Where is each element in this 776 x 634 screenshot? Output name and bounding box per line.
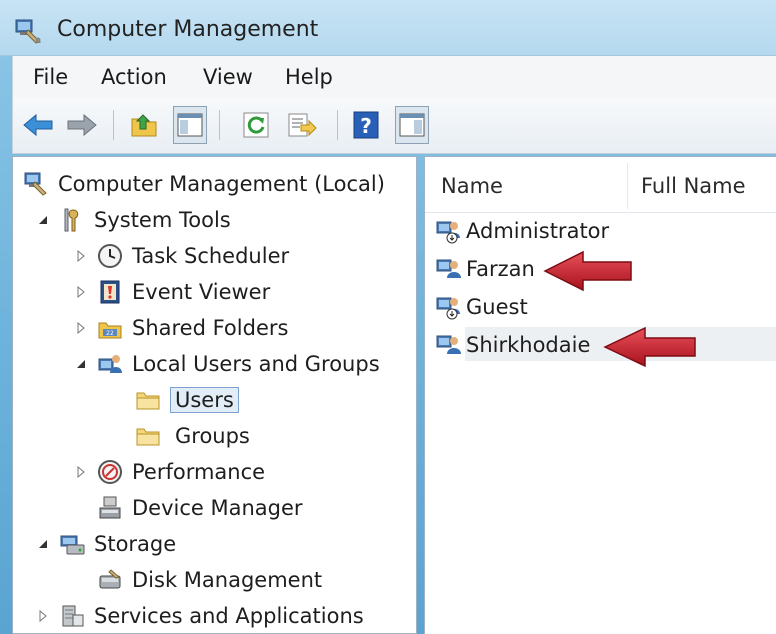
tree-item-task-scheduler[interactable]: Task Scheduler <box>97 239 289 273</box>
tree-item-label: Local Users and Groups <box>132 352 380 376</box>
disabled-user-icon <box>436 221 460 244</box>
console-tree: Computer Management (Local) System Tools… <box>12 156 417 634</box>
tree-item-label: Task Scheduler <box>132 244 290 268</box>
computer-management-icon <box>24 172 47 196</box>
disk-management-icon <box>99 569 121 589</box>
tree-item-groups[interactable]: Groups <box>135 419 250 453</box>
up-folder-icon <box>131 114 157 137</box>
list-item-administrator[interactable]: Administrator <box>435 213 609 249</box>
menu-view[interactable]: View <box>203 65 253 89</box>
device-manager-icon <box>99 496 121 519</box>
tree-item-label: System Tools <box>94 208 231 232</box>
event-viewer-icon <box>100 280 120 304</box>
tree-item-disk-management[interactable]: Disk Management <box>97 563 322 597</box>
services-icon <box>62 605 84 627</box>
tree-item-label: Groups <box>175 424 250 448</box>
list-item-guest[interactable]: Guest <box>435 289 528 325</box>
forward-icon <box>67 113 97 137</box>
tools-icon <box>64 208 79 232</box>
menu-bar: File Action View Help <box>12 56 776 98</box>
expand-arrow-icon[interactable] <box>75 322 87 334</box>
tree-item-users[interactable]: Users <box>135 383 239 417</box>
export-list-icon <box>288 113 317 137</box>
show-hide-action-pane-button[interactable] <box>395 106 429 144</box>
back-icon <box>23 113 53 137</box>
user-icon <box>436 335 461 354</box>
tree-item-services-and-applications[interactable]: Services and Applications <box>59 599 364 633</box>
column-header-full-name[interactable]: Full Name <box>641 174 746 198</box>
back-button[interactable] <box>21 106 55 144</box>
tree-item-storage[interactable]: Storage <box>59 527 176 561</box>
tree-item-system-tools[interactable]: System Tools <box>59 203 231 237</box>
user-name: Farzan <box>466 257 535 281</box>
up-folder-button[interactable] <box>127 106 161 144</box>
show-hide-tree-button[interactable] <box>173 106 207 144</box>
toolbar-separator <box>219 110 220 140</box>
show-hide-tree-icon <box>177 113 203 137</box>
list-item-farzan[interactable]: Farzan <box>435 251 535 287</box>
collapse-arrow-icon[interactable] <box>37 214 49 226</box>
expand-arrow-icon[interactable] <box>75 250 87 262</box>
computer-management-icon <box>15 19 41 44</box>
user-name: Administrator <box>466 219 610 243</box>
show-hide-action-pane-icon <box>399 113 425 137</box>
list-header: Name Full Name <box>425 157 776 213</box>
shared-folder-icon: 22 <box>98 322 122 339</box>
collapse-arrow-icon[interactable] <box>75 358 87 370</box>
list-item-shirkhodaie[interactable]: Shirkhodaie <box>435 327 590 363</box>
svg-text:?: ? <box>360 114 372 138</box>
help-icon: ? <box>353 111 379 139</box>
window-title: Computer Management <box>57 17 319 42</box>
tree-item-shared-folders[interactable]: 22 Shared Folders <box>97 311 288 345</box>
tree-item-label: Disk Management <box>132 568 323 592</box>
expand-arrow-icon[interactable] <box>75 286 87 298</box>
tree-item-performance[interactable]: Performance <box>97 455 265 489</box>
users-group-icon <box>98 355 122 373</box>
toolbar-separator <box>337 110 338 140</box>
toolbar-separator <box>113 110 114 140</box>
tree-item-device-manager[interactable]: Device Manager <box>97 491 303 525</box>
clock-icon <box>98 244 122 268</box>
tree-item-label: Performance <box>132 460 266 484</box>
collapse-arrow-icon[interactable] <box>37 538 49 550</box>
column-header-name[interactable]: Name <box>441 174 503 198</box>
refresh-button[interactable] <box>239 106 273 144</box>
tree-item-local-users-and-groups[interactable]: Local Users and Groups <box>97 347 380 381</box>
folder-icon <box>136 392 160 410</box>
svg-text:22: 22 <box>106 330 114 337</box>
tree-item-label: Users <box>170 387 239 413</box>
menu-help[interactable]: Help <box>285 65 333 89</box>
performance-icon <box>98 460 122 484</box>
tree-item-computer-management[interactable]: Computer Management (Local) <box>23 167 385 201</box>
folder-icon <box>136 428 160 446</box>
tree-item-label: Event Viewer <box>132 280 271 304</box>
menu-file[interactable]: File <box>33 65 68 89</box>
disabled-user-icon <box>436 297 460 320</box>
toolbar: ? <box>12 98 776 154</box>
expand-arrow-icon[interactable] <box>75 466 87 478</box>
tree-item-label: Shared Folders <box>132 316 289 340</box>
help-button[interactable]: ? <box>349 106 383 144</box>
tree-item-event-viewer[interactable]: Event Viewer <box>97 275 270 309</box>
menu-action[interactable]: Action <box>101 65 167 89</box>
column-divider[interactable] <box>627 163 628 209</box>
results-list: Name Full Name Administrator Farzan Gues… <box>424 156 776 634</box>
tree-item-label: Storage <box>94 532 177 556</box>
export-list-button[interactable] <box>285 106 319 144</box>
title-bar: Computer Management <box>0 0 776 56</box>
user-name: Shirkhodaie <box>466 333 591 357</box>
expand-arrow-icon[interactable] <box>37 610 49 622</box>
annotation-arrow-icon <box>543 250 632 292</box>
user-icon <box>436 259 461 278</box>
forward-button[interactable] <box>65 106 99 144</box>
tree-item-label: Device Manager <box>132 496 303 520</box>
tree-item-label: Services and Applications <box>94 604 364 628</box>
annotation-arrow-icon <box>603 326 696 368</box>
refresh-icon <box>243 112 269 138</box>
tree-item-label: Computer Management (Local) <box>58 172 385 196</box>
storage-icon <box>60 535 85 555</box>
user-name: Guest <box>466 295 528 319</box>
